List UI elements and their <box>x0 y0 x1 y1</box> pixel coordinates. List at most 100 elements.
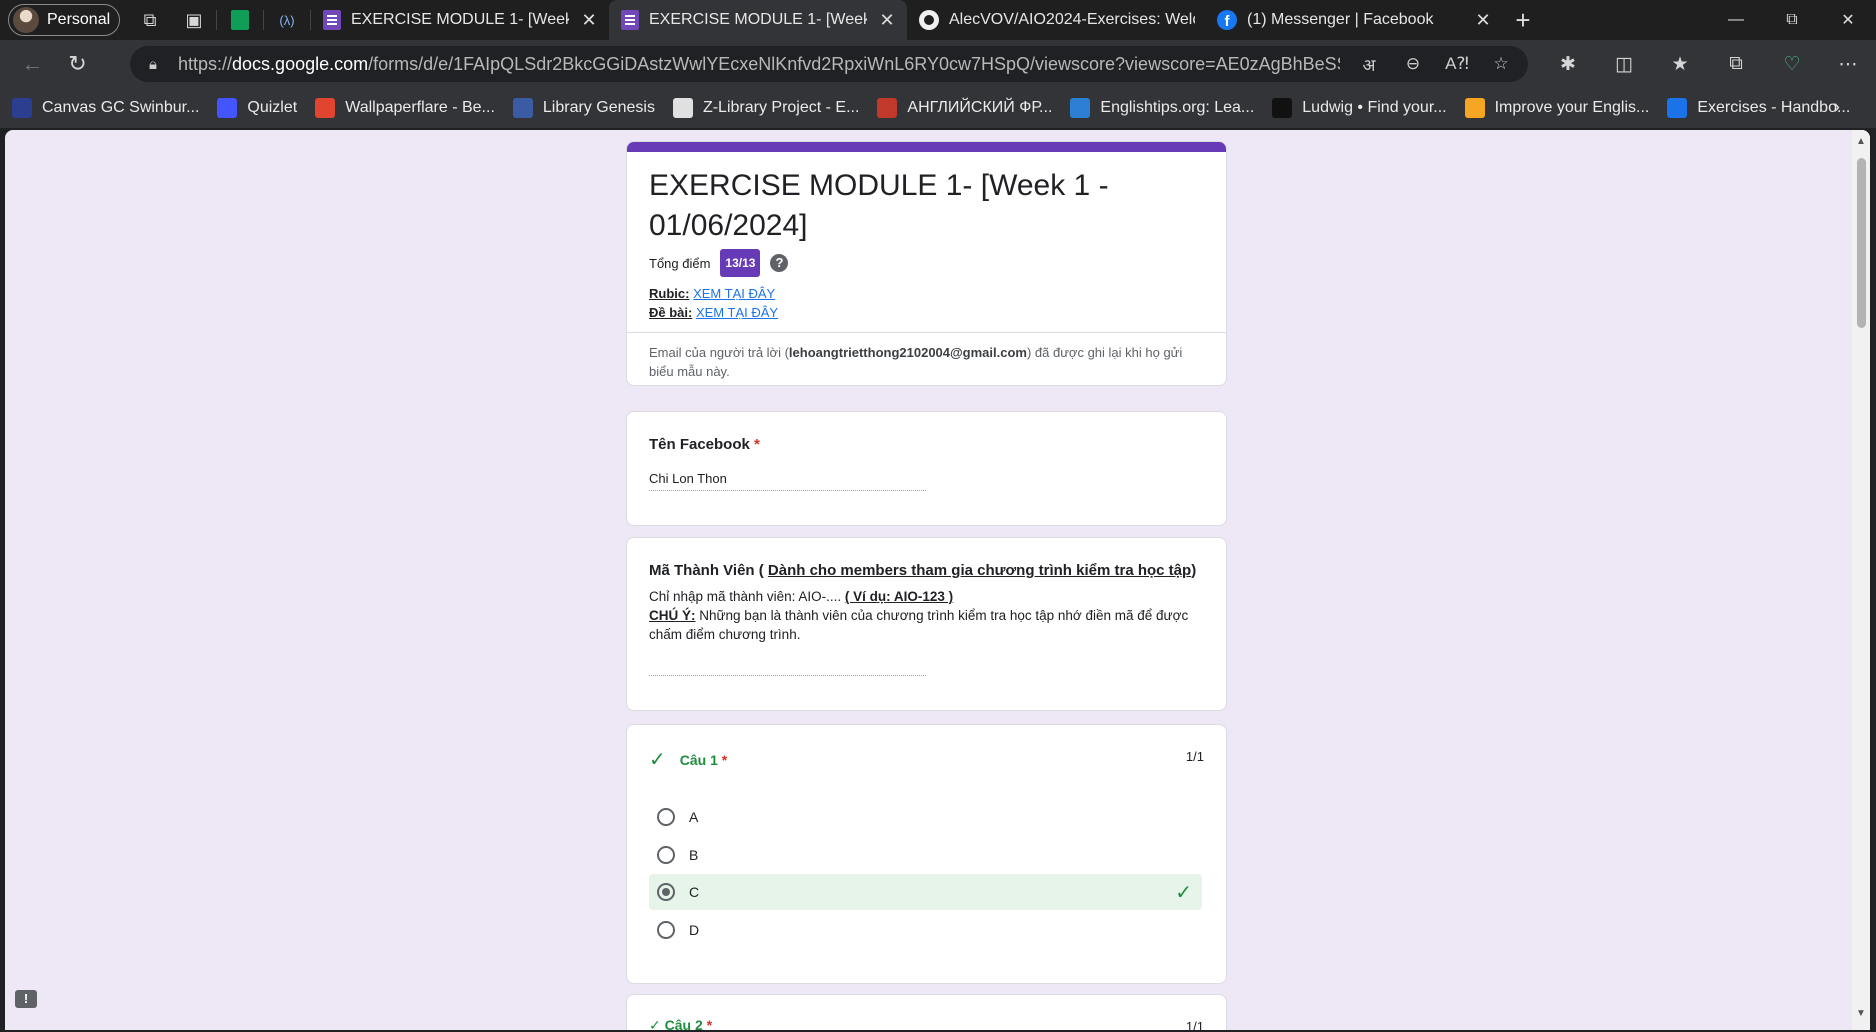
option-b[interactable]: B <box>649 837 1202 873</box>
question-title: Mã Thành Viên ( Dành cho members tham gi… <box>649 562 1204 579</box>
desc-note-label: CHÚ Ý: <box>649 608 696 623</box>
toolbar: ✱ ◫ ★ ⧉ ♡ ⋯ <box>1540 44 1876 84</box>
extensions-icon[interactable]: ✱ <box>1540 44 1596 84</box>
feedback-icon[interactable]: ! <box>15 990 37 1008</box>
bookmark-item[interactable]: Library Genesis <box>512 98 655 118</box>
bookmark-item[interactable]: Canvas GC Swinbur... <box>12 98 199 118</box>
radio-icon <box>657 808 675 826</box>
correct-check-icon: ✓ <box>1175 881 1192 904</box>
form-title: EXERCISE MODULE 1- [Week 1 - 01/06/2024] <box>649 169 1109 242</box>
required-mark: * <box>706 1017 713 1030</box>
score-badge: 13/13 <box>720 249 761 277</box>
address-bar[interactable]: 🔒︎ https://docs.google.com/forms/d/e/1FA… <box>130 46 1528 82</box>
bookmark-favicon-icon <box>877 98 898 118</box>
question-title: Tên Facebook * <box>649 436 1204 453</box>
back-icon[interactable]: ← <box>10 44 55 84</box>
question-label-suffix: ) <box>1191 562 1197 579</box>
required-mark: * <box>754 436 760 453</box>
zoom-out-icon[interactable]: ⊖ <box>1398 54 1428 74</box>
pinned-tab-sheets[interactable] <box>217 0 263 40</box>
question-member-card: Mã Thành Viên ( Dành cho members tham gi… <box>626 537 1227 711</box>
tab-github[interactable]: AlecVOV/AIO2024-Exercises: Welcome <box>907 0 1205 40</box>
bookmark-label: Library Genesis <box>542 99 655 116</box>
rubric-label: Rubic: <box>649 286 690 301</box>
reload-icon[interactable]: ↻ <box>55 44 100 84</box>
restore-icon[interactable]: ⧉ <box>1764 0 1820 40</box>
pinned-tab-2[interactable]: (λ) <box>264 0 310 40</box>
option-d[interactable]: D <box>649 912 1202 948</box>
url-text[interactable]: https://docs.google.com/forms/d/e/1FAIpQ… <box>178 54 1340 75</box>
question-2-card: ✓ Câu 2 * 1/1 <box>626 994 1227 1030</box>
scrollbar[interactable]: ▲ ▼ <box>1852 130 1870 1030</box>
question-description: Chỉ nhập mã thành viên: AIO-.... ( Ví dụ… <box>649 587 1204 644</box>
bookmark-item[interactable]: Improve your Englis... <box>1464 98 1649 118</box>
google-forms-icon <box>621 10 639 30</box>
collections-icon[interactable]: ⧉ <box>1708 44 1764 84</box>
profile-button[interactable]: Personal <box>8 4 120 36</box>
desc-line: Chỉ nhập mã thành viên: AIO-.... <box>649 589 845 604</box>
radio-icon <box>657 846 675 864</box>
close-window-icon[interactable]: ✕ <box>1820 0 1876 40</box>
bookmark-label: Exercises - Handbo... <box>1697 99 1851 116</box>
split-screen-icon[interactable]: ◫ <box>1596 44 1652 84</box>
option-label: C <box>689 884 700 900</box>
help-icon[interactable]: ? <box>770 254 789 272</box>
bookmark-label: Englishtips.org: Lea... <box>1100 99 1255 116</box>
workspaces-icon[interactable]: ⧉ <box>128 0 172 40</box>
scroll-thumb[interactable] <box>1857 158 1866 328</box>
minimize-icon[interactable]: — <box>1708 0 1764 40</box>
bookmarks-overflow-icon[interactable]: › <box>1833 96 1840 119</box>
bookmark-item[interactable]: Ludwig • Find your... <box>1272 98 1447 118</box>
option-a[interactable]: A <box>649 799 1202 835</box>
more-menu-icon[interactable]: ⋯ <box>1820 44 1876 84</box>
tab-form-1[interactable]: EXERCISE MODULE 1- [Week 1 - 01/06/2024]… <box>311 0 609 40</box>
favorites-icon[interactable]: ★ <box>1652 44 1708 84</box>
bookmark-item[interactable]: Englishtips.org: Lea... <box>1070 98 1254 118</box>
new-tab-button[interactable]: + <box>1503 5 1543 36</box>
scroll-up-icon[interactable]: ▲ <box>1852 136 1870 152</box>
bookmark-favicon-icon <box>1464 98 1485 118</box>
bookmark-item[interactable]: Quizlet <box>217 98 297 118</box>
tab-title: EXERCISE MODULE 1- [Week 1 - 01/06/2024] <box>351 11 569 28</box>
close-icon[interactable]: ✕ <box>1473 10 1493 31</box>
bookmark-item[interactable]: Wallpaperflare - Be... <box>315 98 495 118</box>
profile-label: Personal <box>47 11 111 28</box>
bookmark-favicon-icon <box>217 98 238 118</box>
bookmark-item[interactable]: АНГЛИЙСКИЙ ФР... <box>877 98 1052 118</box>
bookmark-label: Wallpaperflare - Be... <box>345 99 495 116</box>
page-viewport: EXERCISE MODULE 1- [Week 1 - 01/06/2024]… <box>5 130 1870 1030</box>
bookmark-item[interactable]: Exercises - Handbo... <box>1667 98 1850 118</box>
question-1-card: ✓ Câu 1 * 1/1 A B C ✓ D <box>626 724 1227 984</box>
bookmark-label: Quizlet <box>247 99 298 116</box>
close-icon[interactable]: ✕ <box>579 10 599 31</box>
total-score: Tổng điểm 13/13 ? <box>627 246 1226 278</box>
bookmark-favicon-icon <box>1070 98 1091 118</box>
rubric-link[interactable]: XEM TẠI ĐÂY <box>693 286 775 301</box>
bookmark-label: Ludwig • Find your... <box>1302 99 1447 116</box>
tab-messenger[interactable]: f (1) Messenger | Facebook ✕ <box>1205 0 1503 40</box>
tab-form-2[interactable]: EXERCISE MODULE 1- [Week 1 - 01/06/2024]… <box>609 0 907 40</box>
debai-link[interactable]: XEM TẠI ĐÂY <box>696 305 778 320</box>
email-prefix: Email của người trả lời ( <box>649 345 789 360</box>
bookmark-item[interactable]: Z-Library Project - E... <box>672 98 859 118</box>
respondent-email: lehoangtrietthong2102004@gmail.com <box>788 345 1027 360</box>
scroll-down-icon[interactable]: ▼ <box>1852 1008 1870 1024</box>
google-forms-icon <box>323 10 341 30</box>
translate-icon[interactable]: अ <box>1354 53 1384 76</box>
required-mark: * <box>721 751 728 768</box>
favorite-star-icon[interactable]: ☆ <box>1486 54 1516 74</box>
empty-answer <box>649 674 926 676</box>
bookmark-favicon-icon <box>512 98 533 118</box>
option-label: A <box>689 809 699 825</box>
close-icon[interactable]: ✕ <box>877 10 897 31</box>
function-icon: (λ) <box>279 12 295 28</box>
option-c[interactable]: C ✓ <box>649 874 1202 910</box>
browser-essentials-icon[interactable]: ♡ <box>1764 44 1820 84</box>
tab-title: (1) Messenger | Facebook <box>1247 11 1434 28</box>
option-label: B <box>689 847 699 863</box>
question-label-underlined: Dành cho members tham gia chương trình k… <box>767 562 1192 579</box>
lock-icon[interactable]: 🔒︎ <box>142 56 164 73</box>
read-aloud-icon[interactable]: A⁈ <box>1442 54 1472 74</box>
tab-actions-icon[interactable]: ▣ <box>172 0 216 40</box>
window-controls: — ⧉ ✕ <box>1708 0 1876 40</box>
